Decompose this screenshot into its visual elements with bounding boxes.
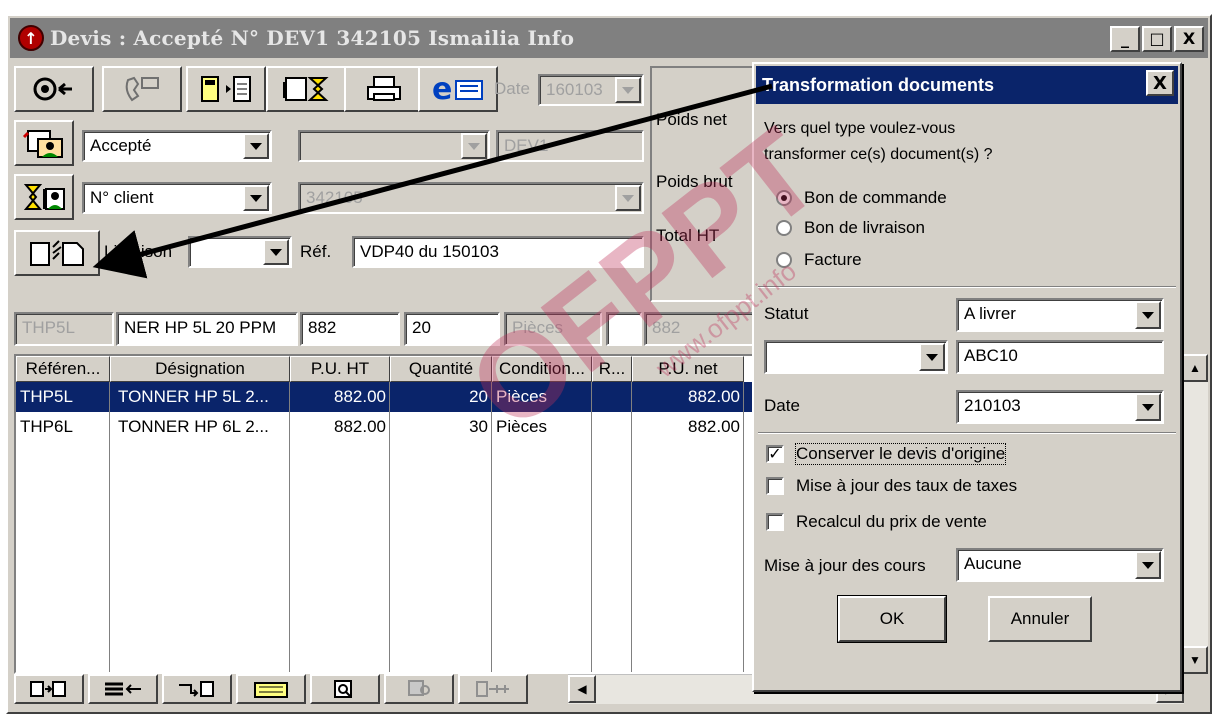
annotation-arrow xyxy=(92,83,773,279)
